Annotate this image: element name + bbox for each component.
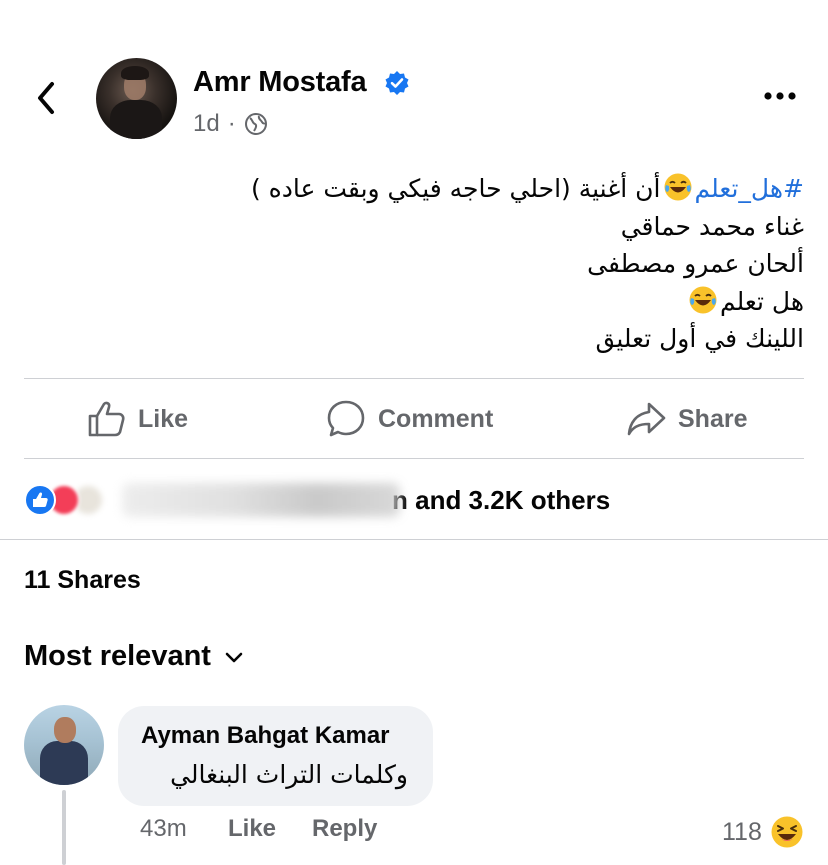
laughing-tears-emoji-icon [664, 173, 691, 201]
post-time[interactable]: 1d [193, 110, 220, 138]
comment-icon [327, 400, 365, 437]
back-button[interactable] [30, 78, 62, 118]
author-name[interactable]: Amr Mostafa [193, 66, 367, 99]
commenter-avatar[interactable] [24, 705, 104, 785]
post-line-3: ألحان عمرو مصطفى [587, 249, 804, 278]
chevron-down-icon [225, 652, 243, 662]
comment-bubble[interactable]: Ayman Bahgat Kamar وكلمات التراث البنغال… [118, 706, 433, 806]
divider [24, 458, 804, 459]
meta-separator: · [227, 110, 236, 137]
like-label: Like [138, 404, 189, 433]
thread-line [62, 790, 66, 865]
divider [24, 378, 804, 379]
post-line-1-text: أن أغنية (احلي حاجه فيكي وبقت عاده ) [250, 174, 661, 203]
more-options-button[interactable] [760, 84, 800, 108]
comment-label: Comment [378, 404, 494, 433]
post-actions: Like Comment Share [0, 380, 828, 458]
hashtag-link[interactable]: #هل_تعلم [695, 174, 805, 203]
commenter-name[interactable]: Ayman Bahgat Kamar [141, 722, 390, 750]
comment-sort-dropdown[interactable]: Most relevant [24, 640, 245, 673]
thumbs-up-icon [88, 401, 125, 437]
post-line-4-text: هل تعلم [720, 286, 804, 316]
globe-icon [244, 113, 267, 135]
comment-reactions[interactable]: 118 [722, 815, 804, 849]
post-line-5: اللينك في أول تعليق [595, 324, 805, 353]
comment-reaction-count: 118 [722, 817, 762, 846]
like-button[interactable]: Like [86, 398, 188, 440]
comment-text: وكلمات التراث البنغالي [170, 760, 408, 789]
post-header: Amr Mostafa 1d · [0, 56, 828, 140]
share-label: Share [678, 404, 748, 433]
comment-time: 43m [140, 815, 187, 842]
share-arrow-icon [627, 402, 666, 436]
more-horizontal-icon [764, 92, 796, 100]
chevron-left-icon [38, 82, 54, 114]
verified-badge-icon [385, 71, 409, 95]
haha-emoji-icon [771, 816, 803, 848]
like-reaction-icon [24, 484, 56, 516]
divider [0, 539, 828, 540]
author-avatar[interactable] [96, 58, 177, 139]
shares-count[interactable]: 11 Shares [24, 566, 141, 595]
comment-like-button[interactable]: Like [228, 815, 312, 843]
reaction-count-text: n and 3.2K others [392, 484, 611, 515]
sort-label: Most relevant [24, 640, 211, 672]
reactions-summary[interactable]: n and 3.2K others [24, 478, 610, 522]
post-line-1: #هل_تعلم أن أغنية (احلي حاجه فيكي وبقت ع… [104, 170, 804, 208]
post-body: #هل_تعلم أن أغنية (احلي حاجه فيكي وبقت ع… [104, 170, 804, 358]
post-line-4: هل تعلم [104, 283, 804, 321]
comment-button[interactable]: Comment [326, 398, 493, 440]
comment-reply-button[interactable]: Reply [312, 815, 377, 843]
laughing-tears-emoji-icon [689, 286, 717, 313]
share-button[interactable]: Share [626, 398, 747, 440]
post-meta: 1d · [193, 110, 268, 138]
post-line-2: غناء محمد حماقي [620, 211, 804, 241]
blurred-reactor-name [122, 483, 400, 517]
comment-footer: 43m Like Reply [140, 815, 377, 843]
